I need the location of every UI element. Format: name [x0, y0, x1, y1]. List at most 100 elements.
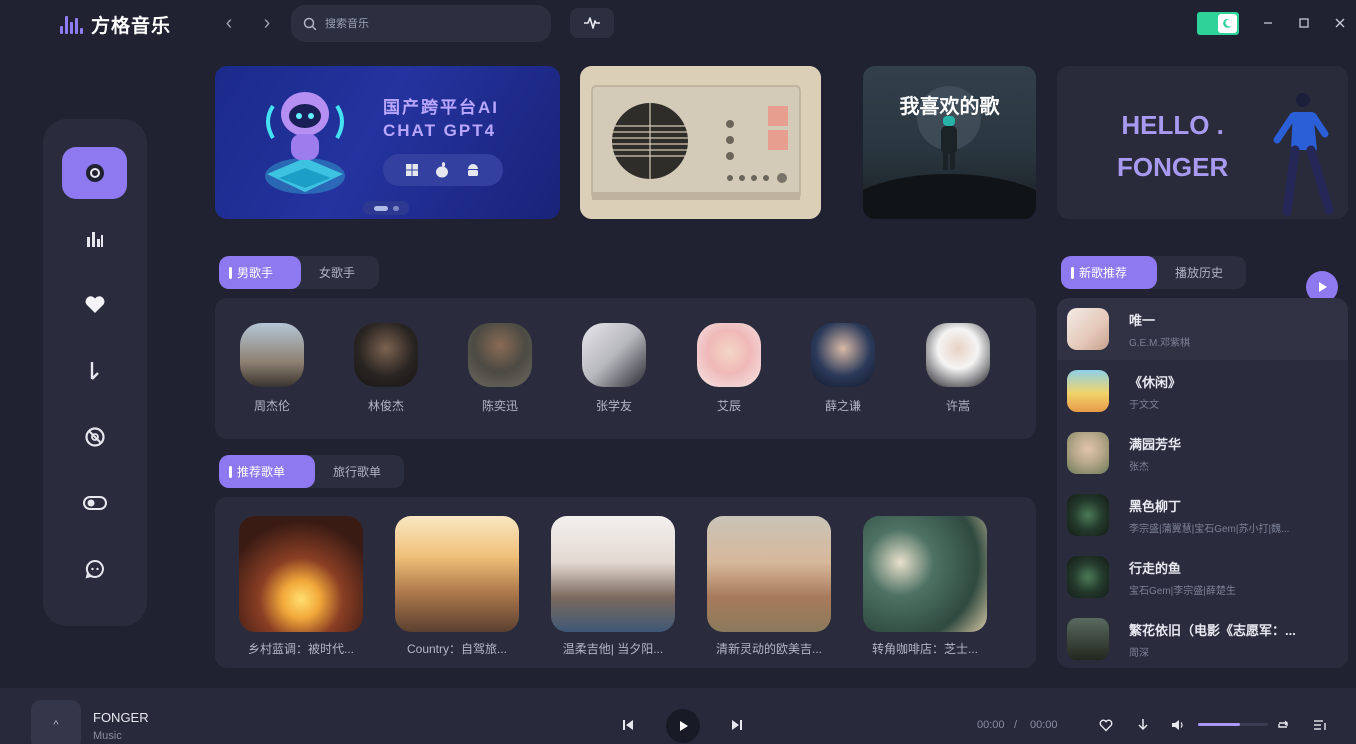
singer-card[interactable]: 薛之谦: [811, 323, 875, 414]
playlist-card[interactable]: 温柔吉他| 当夕阳...: [551, 516, 675, 657]
song-artist: 于文文: [1129, 399, 1159, 411]
list-item[interactable]: 《休闲》 于文文: [1057, 360, 1348, 422]
carousel-indicator[interactable]: [363, 201, 409, 215]
volume-button[interactable]: [1170, 717, 1186, 733]
tab-new-songs[interactable]: 新歌推荐: [1061, 256, 1157, 289]
singer-avatar: [811, 323, 875, 387]
heart-icon: [85, 296, 104, 313]
banner-radio[interactable]: [580, 66, 821, 219]
back-arrow-icon[interactable]: ‹: [218, 12, 240, 34]
song-title: 唯一: [1129, 312, 1156, 328]
sidebar-item-discover[interactable]: [62, 147, 127, 199]
search-box[interactable]: [291, 5, 551, 42]
singer-card[interactable]: 周杰伦: [240, 323, 304, 414]
singer-name: 张学友: [595, 399, 632, 413]
banner-hello[interactable]: HELLO . FONGER: [1057, 66, 1348, 219]
download-button[interactable]: [1135, 717, 1151, 733]
new-songs-list: 唯一 G.E.M.邓紫棋 《休闲》 于文文 满园芳华 张杰 黑色柳丁 李宗盛|蒲…: [1057, 298, 1348, 668]
singer-avatar: [468, 323, 532, 387]
maximize-icon[interactable]: [1293, 12, 1315, 34]
singer-card[interactable]: 许嵩: [926, 323, 990, 414]
robot-illustration: [265, 92, 345, 194]
playlist-panel: 乡村蓝调：被时代... Country：自驾旅... 温柔吉他| 当夕阳... …: [215, 497, 1036, 668]
minimize-icon[interactable]: [1257, 12, 1279, 34]
forward-arrow-icon[interactable]: ›: [256, 12, 278, 34]
list-item[interactable]: 满园芳华 张杰: [1057, 422, 1348, 484]
song-title: 满园芳华: [1129, 436, 1182, 452]
song-title: 《休闲》: [1129, 374, 1182, 390]
tab-travel-playlists[interactable]: 旅行歌单: [315, 455, 397, 488]
tab-recommended-playlists[interactable]: 推荐歌单: [219, 455, 315, 488]
playlist-title: Country：自驾旅...: [406, 642, 508, 656]
heart-outline-icon: [1099, 719, 1113, 731]
playlist-title: 温柔吉他| 当夕阳...: [562, 642, 664, 656]
list-item[interactable]: 繁花依旧（电影《志愿军：... 周深: [1057, 608, 1348, 668]
playlist-card[interactable]: Country：自驾旅...: [395, 516, 519, 657]
song-title: 黑色柳丁: [1129, 498, 1182, 514]
song-artist: G.E.M.邓紫棋: [1129, 337, 1191, 349]
playlist-cover: [707, 516, 831, 632]
playlist-title: 清新灵动的欧美吉...: [715, 642, 822, 656]
sidebar-item-toggle[interactable]: [62, 477, 127, 529]
sidebar-item-chat[interactable]: [62, 543, 127, 595]
banner-hello-line1: HELLO .: [1121, 110, 1224, 140]
like-button[interactable]: [1098, 717, 1114, 733]
playlist-cover: [551, 516, 675, 632]
song-cover: [1067, 432, 1109, 474]
playlist-title: 乡村蓝调：被时代...: [247, 642, 354, 656]
banner-favorite-title: 我喜欢的歌: [899, 96, 1000, 118]
singer-card[interactable]: 林俊杰: [354, 323, 418, 414]
skip-previous-icon: [623, 720, 633, 730]
banner-ai-title: 国产跨平台AI CHAT GPT4: [383, 96, 499, 142]
playlist-tabs: 推荐歌单 旅行歌单: [219, 455, 404, 488]
expand-player-button[interactable]: ^: [31, 700, 81, 744]
playlist-card[interactable]: 清新灵动的欧美吉...: [707, 516, 831, 657]
singer-card[interactable]: 艾辰: [697, 323, 761, 414]
repeat-button[interactable]: [1275, 717, 1291, 733]
playlist-queue-button[interactable]: [1312, 717, 1328, 733]
close-icon[interactable]: [1329, 12, 1351, 34]
play-button[interactable]: [666, 709, 700, 743]
song-artist: 张杰: [1129, 461, 1149, 473]
song-title: 繁花依旧（电影《志愿军：...: [1129, 622, 1296, 638]
list-item[interactable]: 唯一 G.E.M.邓紫棋: [1057, 298, 1348, 360]
sidebar-item-download[interactable]: [62, 345, 127, 397]
singer-name: 艾辰: [716, 399, 741, 413]
singer-avatar: [582, 323, 646, 387]
play-icon: [1319, 282, 1327, 292]
sidebar: [43, 119, 147, 626]
list-item[interactable]: 黑色柳丁 李宗盛|蒲翼慧|宝石Gem|苏小打|魏...: [1057, 484, 1348, 546]
playlist-card[interactable]: 转角咖啡店：芝士...: [863, 516, 987, 657]
singer-name: 许嵩: [945, 399, 970, 413]
toggle-icon: [82, 496, 107, 510]
disc-icon: [85, 164, 104, 182]
previous-button[interactable]: [620, 717, 636, 733]
tab-female-singers[interactable]: 女歌手: [301, 256, 371, 289]
banner-favorite-songs[interactable]: 我喜欢的歌: [863, 66, 1036, 219]
sidebar-item-favorites[interactable]: [62, 279, 127, 331]
apple-icon: [436, 162, 448, 178]
search-input[interactable]: [325, 17, 525, 30]
sidebar-item-vinyl[interactable]: [62, 411, 127, 463]
playlist-card[interactable]: 乡村蓝调：被时代...: [239, 516, 363, 657]
theme-toggle[interactable]: [1197, 12, 1239, 35]
song-artist: 周深: [1129, 647, 1149, 659]
tab-play-history[interactable]: 播放历史: [1157, 256, 1239, 289]
tab-male-singers[interactable]: 男歌手: [219, 256, 301, 289]
playlist-cover: [863, 516, 987, 632]
search-icon: [303, 17, 317, 30]
audio-wave-button[interactable]: [570, 8, 614, 38]
walking-person-illustration: [1273, 93, 1334, 217]
sidebar-item-charts[interactable]: [62, 213, 127, 265]
download-icon: [1138, 719, 1148, 731]
song-cover: [1067, 556, 1109, 598]
singer-card[interactable]: 陈奕迅: [468, 323, 532, 414]
next-button[interactable]: [729, 717, 745, 733]
singer-card[interactable]: 张学友: [582, 323, 646, 414]
banner-ai[interactable]: 国产跨平台AI CHAT GPT4: [215, 66, 560, 219]
download-arrow-icon: [90, 362, 99, 380]
play-icon: [680, 721, 688, 731]
list-item[interactable]: 行走的鱼 宝石Gem|李宗盛|薛楚生: [1057, 546, 1348, 608]
volume-slider-fill: [1198, 723, 1240, 726]
volume-slider[interactable]: [1198, 723, 1268, 726]
